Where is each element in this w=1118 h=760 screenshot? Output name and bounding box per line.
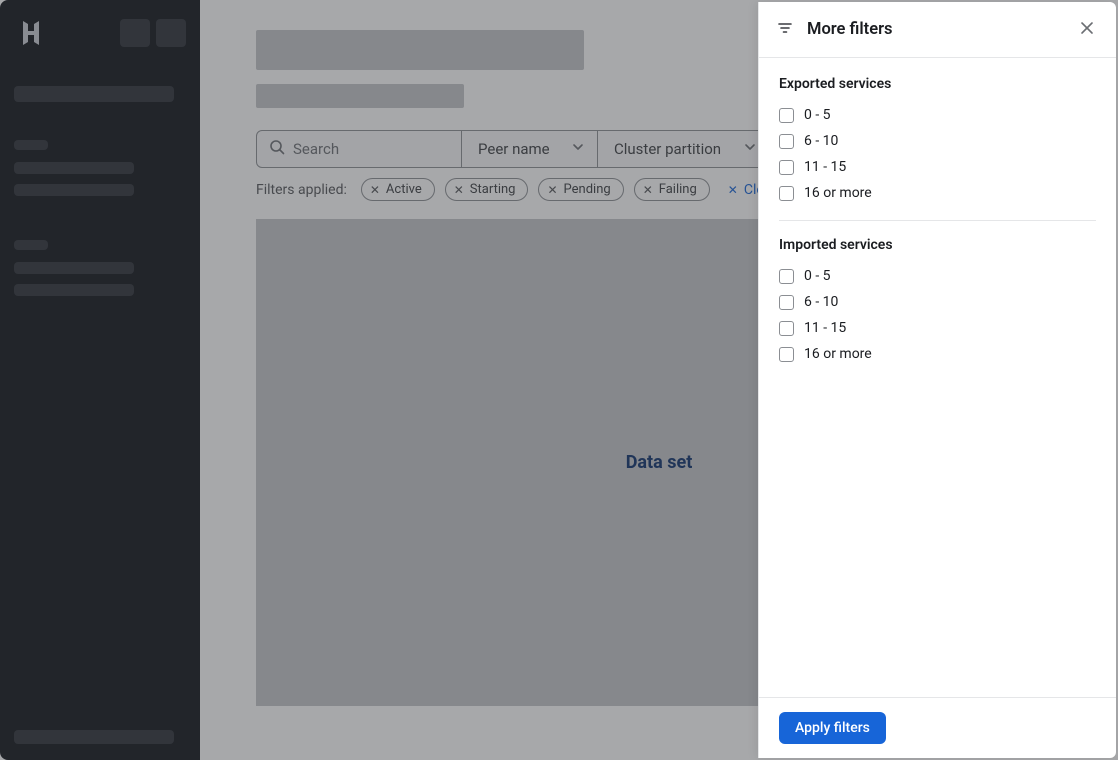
checkbox-icon: [779, 321, 794, 336]
imported-option-16-more[interactable]: 16 or more: [779, 341, 1096, 367]
panel-footer: Apply filters: [759, 697, 1116, 758]
checkbox-icon: [779, 160, 794, 175]
chip-label: Active: [386, 182, 422, 197]
sidebar-nav-group: [14, 140, 186, 206]
exported-option-6-10[interactable]: 6 - 10: [779, 128, 1096, 154]
dropdown-label: Cluster partition: [614, 140, 721, 158]
filter-chip-failing[interactable]: ✕ Failing: [634, 178, 710, 201]
close-icon: [1080, 21, 1094, 35]
exported-services-title: Exported services: [779, 76, 1096, 92]
imported-option-0-5[interactable]: 0 - 5: [779, 263, 1096, 289]
imported-option-6-10[interactable]: 6 - 10: [779, 289, 1096, 315]
imported-services-title: Imported services: [779, 237, 1096, 253]
peer-name-dropdown[interactable]: Peer name: [462, 130, 598, 168]
exported-option-16-more[interactable]: 16 or more: [779, 180, 1096, 206]
close-icon: ✕: [643, 183, 653, 197]
data-set-label: Data set: [626, 452, 693, 473]
close-icon: ✕: [370, 183, 380, 197]
checkbox-icon: [779, 134, 794, 149]
hashicorp-logo-icon: [14, 16, 48, 50]
checkbox-icon: [779, 186, 794, 201]
cluster-partition-dropdown[interactable]: Cluster partition: [598, 130, 770, 168]
chevron-down-icon: [571, 140, 585, 158]
close-icon: ✕: [454, 183, 464, 197]
filter-chip-starting[interactable]: ✕ Starting: [445, 178, 529, 201]
chip-label: Pending: [564, 182, 611, 197]
panel-body: Exported services 0 - 5 6 - 10 11 - 15 1…: [759, 58, 1116, 697]
sidebar: [0, 0, 200, 760]
chevron-down-icon: [743, 140, 757, 158]
checkbox-icon: [779, 347, 794, 362]
search-input[interactable]: [293, 140, 449, 158]
option-label: 11 - 15: [804, 320, 846, 336]
exported-option-0-5[interactable]: 0 - 5: [779, 102, 1096, 128]
dropdown-label: Peer name: [478, 140, 550, 158]
sidebar-footer: [14, 730, 186, 744]
option-label: 0 - 5: [804, 107, 831, 123]
close-icon: ✕: [728, 183, 738, 197]
option-label: 0 - 5: [804, 268, 831, 284]
exported-option-11-15[interactable]: 11 - 15: [779, 154, 1096, 180]
option-label: 16 or more: [804, 185, 872, 201]
option-label: 6 - 10: [804, 133, 838, 149]
sidebar-header-placeholder: [120, 19, 150, 47]
close-icon: ✕: [547, 183, 557, 197]
close-panel-button[interactable]: [1076, 16, 1098, 43]
filter-chip-active[interactable]: ✕ Active: [361, 178, 435, 201]
imported-option-11-15[interactable]: 11 - 15: [779, 315, 1096, 341]
checkbox-icon: [779, 108, 794, 123]
sidebar-nav-group: [14, 240, 186, 306]
page-title-placeholder: [256, 30, 584, 70]
sidebar-header-placeholder: [156, 19, 186, 47]
option-label: 11 - 15: [804, 159, 846, 175]
sidebar-header: [14, 16, 186, 50]
chip-label: Starting: [470, 182, 516, 197]
apply-filters-button[interactable]: Apply filters: [779, 712, 886, 744]
option-label: 6 - 10: [804, 294, 838, 310]
checkbox-icon: [779, 295, 794, 310]
sidebar-nav-group: [14, 86, 186, 112]
page-subtitle-placeholder: [256, 84, 464, 108]
filters-applied-label: Filters applied:: [256, 182, 347, 198]
chip-label: Failing: [659, 182, 697, 197]
more-filters-panel: More filters Exported services 0 - 5 6 -…: [758, 2, 1116, 758]
search-icon: [269, 139, 285, 159]
panel-header: More filters: [759, 2, 1116, 58]
search-input-wrapper[interactable]: [256, 130, 462, 168]
checkbox-icon: [779, 269, 794, 284]
panel-title: More filters: [807, 20, 893, 39]
filter-icon: [777, 20, 793, 40]
option-label: 16 or more: [804, 346, 872, 362]
filter-chip-pending[interactable]: ✕ Pending: [538, 178, 623, 201]
section-divider: [779, 220, 1096, 221]
